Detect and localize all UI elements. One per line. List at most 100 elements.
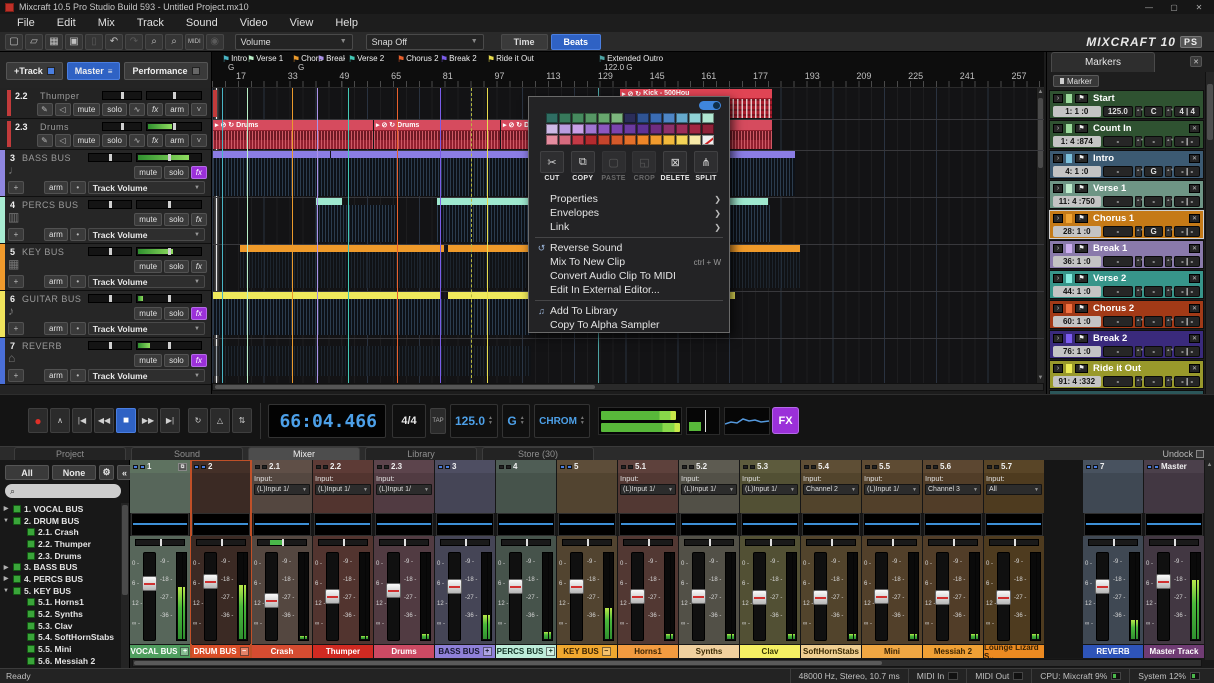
fx-button[interactable]: fx [191,166,207,179]
audio-clip[interactable] [437,205,533,242]
strip-eq-display[interactable] [253,513,311,536]
performance-panel-button[interactable]: Performance [124,62,207,80]
pan-slider[interactable] [88,294,132,303]
select-all-button[interactable]: All [5,465,49,480]
spinner-icon[interactable]: ▲▼ [1165,316,1172,327]
fader-handle[interactable] [142,576,157,591]
tree-arrow-icon[interactable]: ▼ [2,518,10,524]
tree-arrow-icon[interactable]: ▶ [2,575,10,582]
pan-slider[interactable] [679,536,739,549]
marker-position[interactable]: 1: 1 :0 [1053,106,1101,117]
tree-item-1-vocal-bus[interactable]: ▶1. VOCAL BUS [0,503,121,515]
marker-signature[interactable]: - | - [1174,256,1200,267]
color-swatch[interactable] [650,135,662,145]
midi-io-button[interactable]: ⇅ [232,408,252,433]
delete-button[interactable]: ⊠DELETE [660,151,690,182]
strip-eq-display[interactable] [436,513,494,536]
lock-icon[interactable]: • [70,369,86,382]
channel-strip-master-track[interactable]: Master0 -6 -12 -∞ --9 --18 --27 --36 -Ma… [1144,460,1204,658]
volume-slider[interactable] [136,294,202,303]
input-dropdown[interactable]: (L)Input 1/▼ [254,484,310,495]
color-swatch[interactable] [663,113,675,123]
fx-button[interactable]: fx [191,260,207,273]
audio-clip[interactable] [316,205,398,242]
marker-tempo[interactable]: - [1103,256,1134,267]
tree-item-2-2-thumper[interactable]: 2.2. Thumper [0,538,121,550]
fader-handle[interactable] [874,589,889,604]
lock-icon[interactable]: • [70,275,86,288]
strip-name-label[interactable]: DRUM BUS− [191,645,251,658]
add-track-button[interactable]: +Track [6,62,63,80]
marker-position[interactable]: 76: 1 :0 [1053,346,1101,357]
maximize-button[interactable]: ▢ [1164,1,1184,13]
timeline-marker-verse-2[interactable]: ⚑Verse 2 [348,54,384,65]
strip-eq-display[interactable] [924,513,982,536]
expand-icon[interactable]: › [1053,334,1063,343]
marker-signature[interactable]: - | - [1174,346,1200,357]
track-check-icon[interactable] [13,575,21,583]
spinner-icon[interactable]: ▲▼ [1165,256,1172,267]
mixer-vscrollbar[interactable]: ▲ [1205,460,1214,660]
mute-button[interactable]: mute [73,134,101,147]
redo-icon[interactable]: ↷ [125,34,143,50]
marker-signature[interactable]: 4 | 4 [1174,106,1200,117]
volume-slider[interactable] [146,122,202,131]
delete-marker-button[interactable]: ✕ [1189,274,1200,283]
minimize-button[interactable]: — [1139,1,1159,13]
channel-strip-drum-bus[interactable]: 20 -6 -12 -∞ --9 --18 --27 --36 -DRUM BU… [191,460,251,658]
clip-enable-toggle[interactable] [699,101,721,110]
spinner-icon[interactable]: ▲▼ [580,416,585,426]
monitor-icon[interactable]: ◁ [55,134,71,147]
tab-store-30-[interactable]: Store (30) [482,447,594,460]
delete-marker-button[interactable]: ✕ [1189,184,1200,193]
strip-eq-display[interactable] [1084,513,1142,536]
tree-item-4-percs-bus[interactable]: ▶4. PERCS BUS [0,573,121,585]
strip-name-label[interactable]: Thumper [313,645,373,658]
record-button[interactable]: ● [28,408,48,433]
tempo-display[interactable]: 125.0▲▼ [450,404,498,438]
color-swatch[interactable] [663,135,675,145]
expand-bus-button[interactable]: + [483,647,492,656]
midi-in-status[interactable]: MIDI In [908,669,966,683]
pan-slider[interactable] [191,536,251,549]
color-swatch[interactable] [572,135,584,145]
strip-name-label[interactable]: Horns1 [618,645,678,658]
pan-handle[interactable] [648,539,650,546]
pan-slider[interactable] [1144,536,1204,549]
color-swatch[interactable] [585,135,597,145]
color-swatch[interactable] [611,113,623,123]
automation-icon[interactable]: ∿ [129,103,145,116]
zoom-out-icon[interactable]: ⌕ [165,34,183,50]
solo-button[interactable]: solo [102,134,127,147]
pan-handle[interactable] [282,539,284,546]
pan-handle[interactable] [770,539,772,546]
fader-handle[interactable] [508,579,523,594]
automation-param-dropdown[interactable]: Track Volume▼ [88,322,205,335]
strip-name-label[interactable]: Clav [740,645,800,658]
tree-item-5-key-bus[interactable]: ▼5. KEY BUS [0,585,121,597]
lock-icon[interactable]: • [70,228,86,241]
volume-slider[interactable] [136,247,202,256]
expand-icon[interactable]: › [1053,274,1063,283]
menu-track[interactable]: Track [126,15,175,31]
fx-button[interactable]: fx [147,103,163,116]
strip-eq-display[interactable] [680,513,738,536]
fader-handle[interactable] [569,579,584,594]
channel-strip-horns1[interactable]: 5.1Input:(L)Input 1/▼0 -6 -12 -∞ --9 --1… [618,460,678,658]
marker-position[interactable]: 91: 4 :332 [1053,376,1101,387]
pan-slider[interactable] [313,536,373,549]
marker-position[interactable]: 44: 1 :0 [1053,286,1101,297]
audio-clip[interactable] [213,346,531,376]
color-swatch[interactable] [637,135,649,145]
color-swatch[interactable] [546,124,558,134]
fader-handle[interactable] [996,590,1011,605]
spinner-icon[interactable]: ▲▼ [1165,376,1172,387]
color-swatch[interactable] [663,124,675,134]
strip-name-label[interactable]: Drums [374,645,434,658]
chevron-down-icon[interactable]: ˅ [191,103,207,116]
spinner-icon[interactable]: ▲▼ [1135,316,1142,327]
markers-scroll-thumb[interactable] [1207,84,1213,140]
pan-slider[interactable] [88,200,132,209]
strip-eq-display[interactable] [314,513,372,536]
time-mode-button[interactable]: Time [501,34,548,50]
